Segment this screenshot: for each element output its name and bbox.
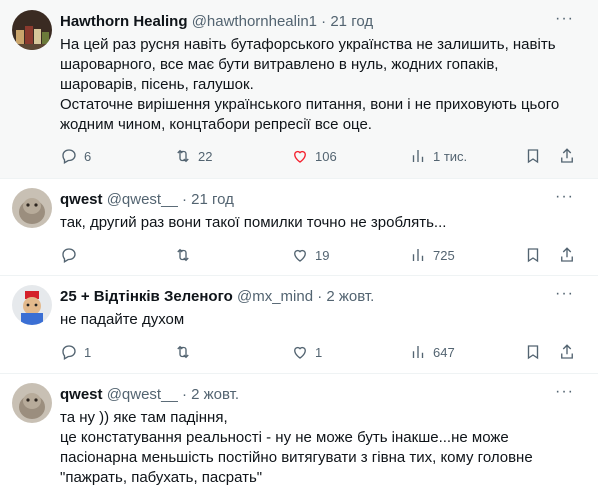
like-button[interactable]: 1 — [291, 340, 322, 364]
tweet[interactable]: 25 + Відтінків Зеленого @mx_mind · 2 жов… — [0, 275, 598, 373]
action-bar: 19 725 — [54, 243, 584, 267]
separator-dot: · — [181, 386, 187, 403]
tweet-line: та ну )) яке там падіння, — [60, 409, 228, 426]
like-count: 106 — [315, 148, 337, 164]
tweet-line: Остаточне вирішення українського питання… — [60, 96, 560, 113]
retweet-icon — [177, 248, 189, 262]
reply-icon — [62, 149, 76, 164]
retweet-icon — [177, 149, 189, 163]
reply-icon — [62, 248, 76, 263]
like-button[interactable]: 106 — [291, 144, 337, 168]
avatar[interactable] — [12, 188, 52, 228]
share-button[interactable] — [558, 144, 576, 168]
tweet-header: qwest @qwest__ · 21 год ··· — [60, 189, 588, 210]
tweet-line: пасіонарна меньшість постійно витягувати… — [60, 449, 533, 466]
timestamp[interactable]: 2 жовт. — [326, 288, 374, 305]
bookmark-icon — [527, 149, 539, 164]
timestamp[interactable]: 2 жовт. — [191, 386, 239, 403]
views-count: 647 — [433, 344, 455, 360]
more-options-icon[interactable]: ··· — [555, 11, 574, 27]
tweet-line: шароварного, все має бути витравлено в н… — [60, 56, 499, 73]
tweet-text: та ну )) яке там падіння, це констатуван… — [60, 408, 582, 488]
author-handle[interactable]: @hawthornhealin1 — [192, 13, 317, 30]
heart-icon — [294, 249, 306, 262]
tweet-line: шароварів, пісень, галушок. — [60, 76, 254, 93]
tweet-line: так, другий раз вони такої помилки точно… — [60, 214, 447, 231]
tweet-line: це констатування реальності - ну не може… — [60, 429, 509, 446]
tweet-text: На цей раз русня навіть бутафорського ук… — [60, 35, 582, 135]
author-name[interactable]: qwest — [60, 191, 103, 208]
separator-dot: · — [321, 13, 327, 30]
tweet-header: 25 + Відтінків Зеленого @mx_mind · 2 жов… — [60, 286, 588, 307]
like-count: 1 — [315, 344, 323, 360]
bookmark-icon — [527, 345, 539, 360]
action-bar: 6 22 106 1 тис. — [54, 144, 584, 168]
tweet-header: qwest @qwest__ · 2 жовт. ··· — [60, 384, 588, 405]
more-options-icon[interactable]: ··· — [555, 286, 574, 302]
timestamp[interactable]: 21 год — [191, 191, 234, 208]
action-bar: 1 1 647 — [54, 340, 584, 364]
more-options-icon[interactable]: ··· — [555, 384, 574, 400]
heart-icon — [294, 150, 306, 163]
like-button[interactable]: 19 — [291, 243, 329, 267]
share-button[interactable] — [558, 340, 576, 364]
tweet[interactable]: qwest @qwest__ · 21 год ··· так, другий … — [0, 178, 598, 275]
separator-dot: · — [181, 191, 187, 208]
share-icon — [561, 148, 573, 163]
author-name[interactable]: 25 + Відтінків Зеленого — [60, 288, 233, 305]
tweet-header: Hawthorn Healing @hawthornhealin1 · 21 г… — [60, 11, 588, 32]
timestamp[interactable]: 21 год — [330, 13, 373, 30]
like-count: 19 — [315, 247, 330, 263]
tweet-line: не падайте духом — [60, 311, 185, 328]
heart-icon — [294, 346, 306, 359]
separator-dot: · — [317, 288, 323, 305]
bookmark-button[interactable] — [524, 340, 542, 364]
views-count: 725 — [433, 247, 455, 263]
views-icon — [412, 249, 424, 261]
bookmark-button[interactable] — [524, 243, 542, 267]
author-handle[interactable]: @qwest__ — [107, 191, 178, 208]
reply-count: 6 — [84, 148, 92, 164]
views-button[interactable]: 1 тис. — [409, 144, 467, 168]
author-handle[interactable]: @qwest__ — [107, 386, 178, 403]
author-handle[interactable]: @mx_mind — [237, 288, 313, 305]
retweet-button[interactable] — [174, 340, 192, 364]
reply-button[interactable] — [60, 243, 78, 267]
share-button[interactable] — [558, 243, 576, 267]
views-button[interactable]: 725 — [409, 243, 455, 267]
tweet[interactable]: qwest @qwest__ · 2 жовт. ··· та ну )) як… — [0, 373, 598, 497]
author-name[interactable]: qwest — [60, 386, 103, 403]
avatar[interactable] — [12, 10, 52, 50]
retweet-icon — [177, 345, 189, 359]
retweet-button[interactable] — [174, 243, 192, 267]
bookmark-icon — [527, 248, 539, 263]
share-icon — [561, 344, 573, 359]
retweet-button[interactable]: 22 — [174, 144, 212, 168]
tweet-line: На цей раз русня навіть бутафорського ук… — [60, 36, 556, 53]
tweet-line: "пажрать, пабухать, пасрать" — [60, 469, 263, 486]
avatar[interactable] — [12, 383, 52, 423]
reply-count: 1 — [84, 344, 92, 360]
reply-button[interactable]: 1 — [60, 340, 91, 364]
author-name[interactable]: Hawthorn Healing — [60, 13, 188, 30]
avatar[interactable] — [12, 285, 52, 325]
share-icon — [561, 247, 573, 262]
views-count: 1 тис. — [433, 148, 468, 164]
reply-icon — [62, 345, 76, 360]
tweet-line: жодним чином, концтабори репресії все оц… — [60, 116, 372, 133]
views-icon — [412, 346, 424, 358]
tweet-text: не падайте духом — [60, 310, 582, 330]
retweet-count: 22 — [198, 148, 213, 164]
views-button[interactable]: 647 — [409, 340, 455, 364]
tweet-text: так, другий раз вони такої помилки точно… — [60, 213, 582, 233]
reply-button[interactable]: 6 — [60, 144, 91, 168]
more-options-icon[interactable]: ··· — [555, 189, 574, 205]
bookmark-button[interactable] — [524, 144, 542, 168]
tweet[interactable]: Hawthorn Healing @hawthornhealin1 · 21 г… — [0, 0, 598, 178]
views-icon — [412, 150, 424, 162]
